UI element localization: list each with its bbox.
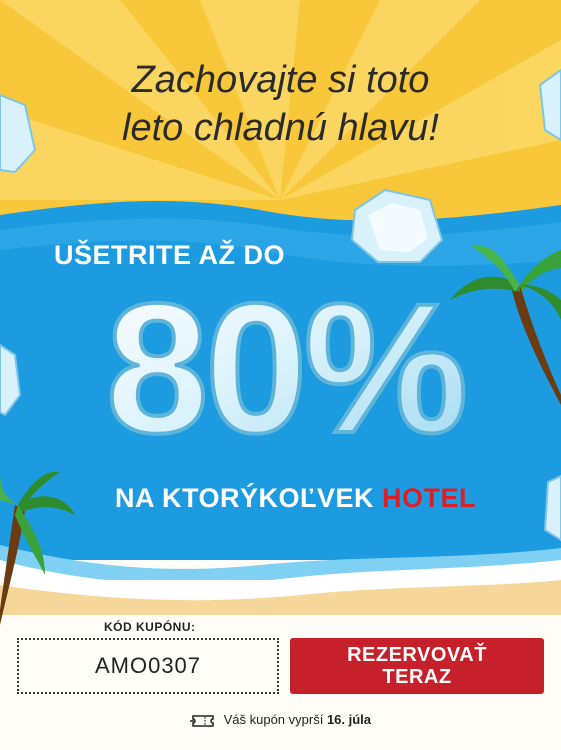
save-up-to-text: UŠETRITE AŽ DO (54, 240, 286, 270)
hotel-highlight: HOTEL (382, 483, 477, 513)
book-now-line-1: REZERVOVAŤ (347, 644, 487, 666)
coupon-expiry: Váš kupón vyprší 16. júla (0, 712, 561, 729)
coupon-code-value: AMO0307 (94, 653, 202, 678)
headline-line-2: leto chladnú hlavu! (122, 107, 439, 149)
ice-cube-icon (543, 474, 561, 542)
book-now-button[interactable]: REZERVOVAŤ TERAZ (290, 638, 544, 694)
ticket-icon (189, 714, 214, 727)
coupon-code-label: KÓD KUPÓNU: (104, 620, 196, 634)
discount-value: 80% (106, 272, 464, 462)
discount-percentage: 80% (104, 272, 470, 462)
headline-line-1: Zachovajte si toto (131, 59, 430, 101)
expiry-date: 16. júla (326, 712, 372, 727)
coupon-code-field[interactable]: AMO0307 (17, 638, 279, 694)
headline: Zachovajte si toto leto chladnú hlavu! (0, 56, 561, 152)
any-hotel-prefix: NA KTORÝKOĽVEK (115, 483, 375, 513)
any-hotel-text: NA KTORÝKOĽVEK HOTEL (115, 483, 476, 514)
book-now-line-2: TERAZ (382, 666, 452, 688)
expiry-text: Váš kupón vyprší (223, 712, 324, 727)
